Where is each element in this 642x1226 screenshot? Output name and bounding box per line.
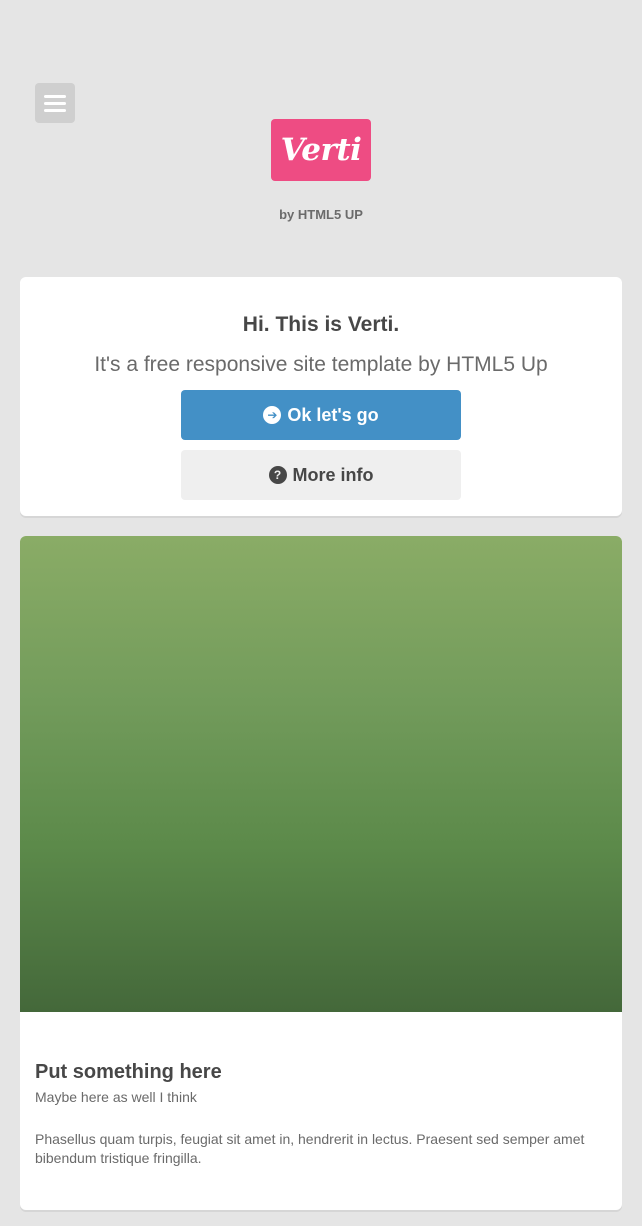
banner-title: Hi. This is Verti. [242,313,400,336]
byline: by HTML5 UP [279,207,363,222]
feature-image[interactable] [20,536,622,1012]
banner-subtitle: It's a free responsive site template by … [94,353,548,376]
banner: Hi. This is Verti. It's a free responsiv… [20,277,622,516]
page: Verti by HTML5 UP Hi. This is Verti. It'… [0,0,642,1226]
feature-title: Put something here [35,1061,222,1083]
arrow-circle-right-icon: ➔ [263,406,282,424]
feature-card: Put something here Maybe here as well I … [20,536,622,1210]
ok-lets-go-label: Ok let's go [287,404,379,425]
feature-body: Phasellus quam turpis, feugiat sit amet … [35,1131,585,1166]
question-circle-icon: ? [268,466,287,484]
hamburger-menu-icon [44,94,66,112]
more-info-button[interactable]: ? More info [181,450,461,500]
more-info-label: More info [292,464,374,485]
menu-toggle-button[interactable] [35,83,75,123]
ok-lets-go-button[interactable]: ➔ Ok let's go [181,390,461,440]
feature-subtitle: Maybe here as well I think [35,1089,197,1105]
site-logo[interactable]: Verti [271,119,371,181]
